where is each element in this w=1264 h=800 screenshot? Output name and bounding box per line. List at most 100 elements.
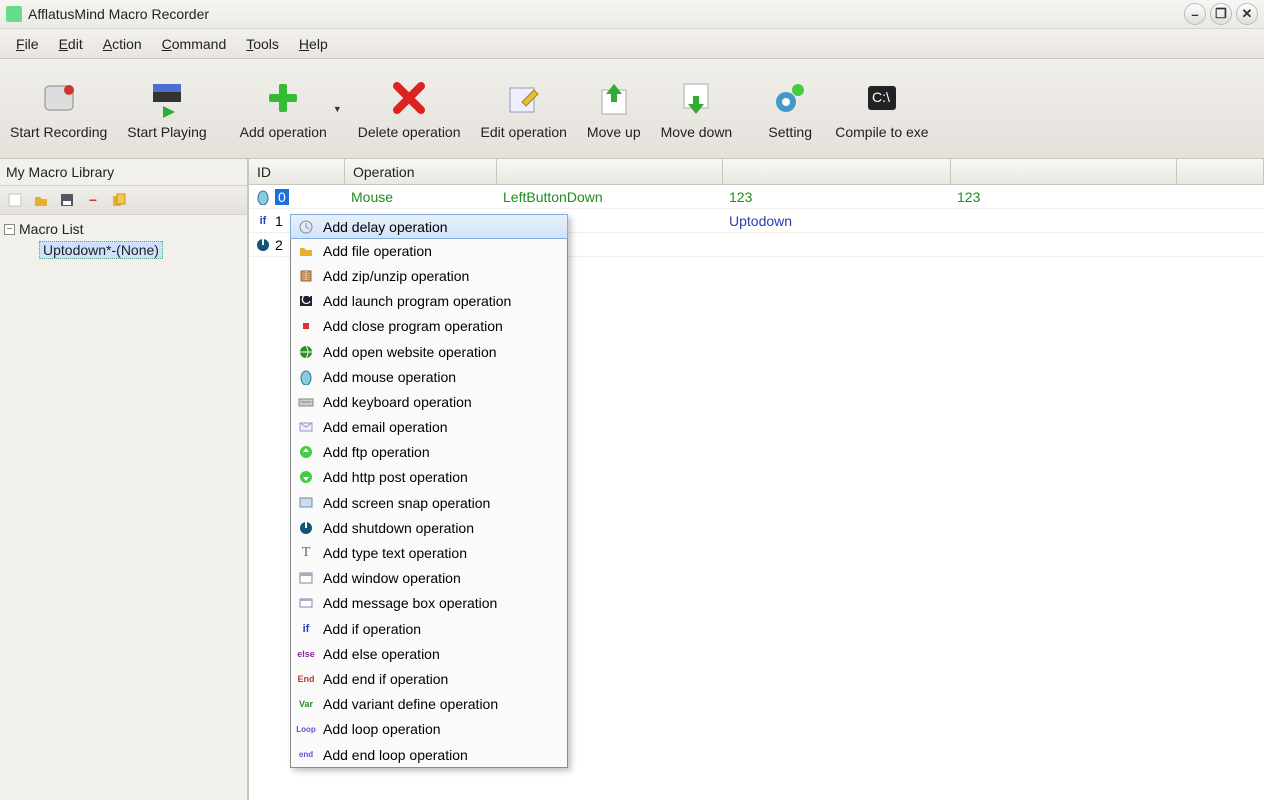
text-icon: T <box>297 544 315 562</box>
move-down-label: Move down <box>661 124 733 140</box>
menu-tools[interactable]: Tools <box>236 33 289 55</box>
close-icon <box>297 317 315 335</box>
maximize-button[interactable]: ❐ <box>1210 3 1232 25</box>
ftp-icon <box>297 443 315 461</box>
menu-item-http[interactable]: Add http post operation <box>291 465 567 490</box>
move-up-button[interactable]: Move up <box>577 59 651 158</box>
delay-icon <box>297 218 315 236</box>
menu-item-mouse[interactable]: Add mouse operation <box>291 364 567 389</box>
edit-operation-label: Edit operation <box>481 124 567 140</box>
edit-icon <box>504 78 544 118</box>
menu-item-if[interactable]: ifAdd if operation <box>291 616 567 641</box>
screen-icon <box>297 494 315 512</box>
play-icon <box>147 78 187 118</box>
menu-item-label: Add launch program operation <box>323 293 511 309</box>
http-icon <box>297 468 315 486</box>
add-operation-button[interactable]: Add operation <box>230 59 337 158</box>
menu-item-else[interactable]: elseAdd else operation <box>291 641 567 666</box>
window-controls: – ❐ ✕ <box>1184 3 1258 25</box>
app-title: AfflatusMind Macro Recorder <box>28 6 209 22</box>
menu-action[interactable]: Action <box>93 33 152 55</box>
shutdown-icon <box>255 237 271 253</box>
move-down-button[interactable]: Move down <box>651 59 743 158</box>
menu-item-window[interactable]: Add window operation <box>291 566 567 591</box>
menu-item-label: Add shutdown operation <box>323 520 474 536</box>
edit-operation-button[interactable]: Edit operation <box>471 59 577 158</box>
menu-item-text[interactable]: T Add type text operation <box>291 540 567 565</box>
menu-edit[interactable]: Edit <box>49 33 93 55</box>
menu-file[interactable]: File <box>6 33 49 55</box>
save-macro-button[interactable] <box>56 189 78 211</box>
menu-item-keyboard[interactable]: Add keyboard operation <box>291 389 567 414</box>
plus-icon <box>263 78 303 118</box>
menu-item-label: Add ftp operation <box>323 444 430 460</box>
delete-operation-label: Delete operation <box>358 124 461 140</box>
menu-item-launch[interactable]: C: Add launch program operation <box>291 289 567 314</box>
minimize-button[interactable]: – <box>1184 3 1206 25</box>
menu-item-label: Add mouse operation <box>323 369 456 385</box>
menu-item-shutdown[interactable]: Add shutdown operation <box>291 515 567 540</box>
menu-item-loop[interactable]: LoopAdd loop operation <box>291 717 567 742</box>
endloop-icon: end <box>297 746 315 764</box>
launch-icon: C: <box>297 292 315 310</box>
compile-button[interactable]: C:\ Compile to exe <box>825 59 938 158</box>
tree-root[interactable]: − Macro List <box>2 219 245 239</box>
col-param4[interactable] <box>1177 159 1264 184</box>
menu-item-ftp[interactable]: Add ftp operation <box>291 440 567 465</box>
menu-item-email[interactable]: Add email operation <box>291 415 567 440</box>
toolbar: Start Recording Start Playing Add operat… <box>0 59 1264 159</box>
menu-item-label: Add keyboard operation <box>323 394 472 410</box>
col-param3[interactable] <box>951 159 1177 184</box>
setting-button[interactable]: Setting <box>755 59 825 158</box>
menu-item-label: Add end loop operation <box>323 747 468 763</box>
menu-item-screen[interactable]: Add screen snap operation <box>291 490 567 515</box>
table-row[interactable]: 0MouseLeftButtonDown123123 <box>249 185 1264 209</box>
sidebar-title: My Macro Library <box>0 159 247 185</box>
menu-item-endloop[interactable]: end Add end loop operation <box>291 742 567 767</box>
menu-item-close[interactable]: Add close program operation <box>291 314 567 339</box>
menu-item-msgbox[interactable]: Add message box operation <box>291 591 567 616</box>
if-icon: if <box>255 213 271 229</box>
collapse-icon[interactable]: − <box>4 224 15 235</box>
menu-item-globe[interactable]: Add open website operation <box>291 339 567 364</box>
msgbox-icon <box>297 594 315 612</box>
col-operation[interactable]: Operation <box>345 159 497 184</box>
terminal-icon: C:\ <box>862 78 902 118</box>
col-param1[interactable] <box>497 159 723 184</box>
menu-item-zip[interactable]: Add zip/unzip operation <box>291 263 567 288</box>
new-macro-button[interactable] <box>4 189 26 211</box>
delete-operation-button[interactable]: Delete operation <box>348 59 471 158</box>
menu-item-var[interactable]: VarAdd variant define operation <box>291 692 567 717</box>
start-recording-label: Start Recording <box>10 124 107 140</box>
open-macro-button[interactable] <box>30 189 52 211</box>
start-playing-button[interactable]: Start Playing <box>117 59 216 158</box>
delete-macro-button[interactable]: − <box>82 189 104 211</box>
macro-tree: − Macro List Uptodown*-(None) <box>0 215 247 265</box>
menu-help[interactable]: Help <box>289 33 338 55</box>
menu-item-label: Add http post operation <box>323 469 468 485</box>
duplicate-macro-button[interactable] <box>108 189 130 211</box>
add-operation-dropdown-icon[interactable]: ▼ <box>333 104 342 114</box>
record-icon <box>39 78 79 118</box>
menu-item-delay[interactable]: Add delay operation <box>290 214 568 239</box>
menu-item-label: Add email operation <box>323 419 448 435</box>
tree-item[interactable]: Uptodown*-(None) <box>2 239 245 261</box>
sidebar: My Macro Library − − Macro List Uptodown… <box>0 159 248 800</box>
globe-icon <box>297 343 315 361</box>
col-id[interactable]: ID <box>249 159 345 184</box>
start-playing-label: Start Playing <box>127 124 206 140</box>
arrow-down-icon <box>676 78 716 118</box>
col-param2[interactable] <box>723 159 951 184</box>
menu-command[interactable]: Command <box>152 33 237 55</box>
compile-label: Compile to exe <box>835 124 928 140</box>
endif-icon: End <box>297 670 315 688</box>
menu-item-folder[interactable]: Add file operation <box>291 238 567 263</box>
menu-item-label: Add zip/unzip operation <box>323 268 469 284</box>
mouse-icon <box>297 368 315 386</box>
menu-item-endif[interactable]: EndAdd end if operation <box>291 666 567 691</box>
menu-item-label: Add type text operation <box>323 545 467 561</box>
shutdown-icon <box>297 519 315 537</box>
svg-text:C:: C: <box>301 293 314 307</box>
start-recording-button[interactable]: Start Recording <box>0 59 117 158</box>
close-button[interactable]: ✕ <box>1236 3 1258 25</box>
